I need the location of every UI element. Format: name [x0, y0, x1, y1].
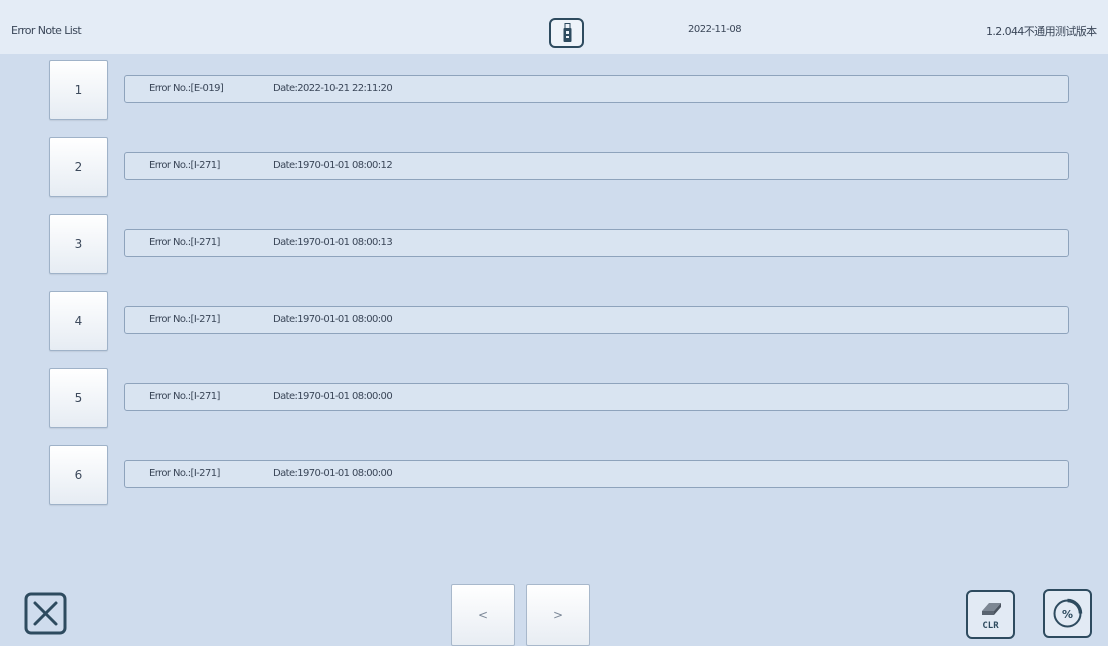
error-row: 1 Error No.:[E-019] Date:2022-10-21 22:1…: [0, 60, 1108, 122]
usb-drive-icon: [563, 23, 572, 42]
error-number: Error No.:[E-019]: [149, 83, 224, 94]
error-date: Date:1970-01-01 08:00:00: [273, 391, 393, 402]
next-page-button[interactable]: >: [526, 584, 590, 646]
error-entry-box[interactable]: Error No.:[I-271] Date:1970-01-01 08:00:…: [124, 229, 1069, 257]
error-date: Date:1970-01-01 08:00:00: [273, 314, 393, 325]
error-date: Date:1970-01-01 08:00:12: [273, 160, 393, 171]
row-index-button[interactable]: 5: [49, 368, 108, 428]
error-number: Error No.:[I-271]: [149, 391, 220, 402]
percent-button[interactable]: %: [1043, 589, 1092, 638]
clear-button[interactable]: CLR: [966, 590, 1015, 639]
current-date: 2022-11-08: [688, 24, 742, 35]
error-entry-box[interactable]: Error No.:[I-271] Date:1970-01-01 08:00:…: [124, 383, 1069, 411]
close-button[interactable]: [24, 592, 67, 635]
percent-gauge-icon: %: [1053, 598, 1083, 628]
percent-text: %: [1062, 608, 1073, 621]
error-number: Error No.:[I-271]: [149, 468, 220, 479]
top-bar: Error Note List 2022-11-08 1.2.044不通用测试版…: [0, 0, 1108, 54]
error-entry-box[interactable]: Error No.:[I-271] Date:1970-01-01 08:00:…: [124, 306, 1069, 334]
row-index-button[interactable]: 2: [49, 137, 108, 197]
usb-button[interactable]: [549, 18, 584, 48]
version-label: 1.2.044不通用测试版本: [986, 25, 1097, 38]
error-entry-box[interactable]: Error No.:[I-271] Date:1970-01-01 08:00:…: [124, 152, 1069, 180]
error-entry-box[interactable]: Error No.:[E-019] Date:2022-10-21 22:11:…: [124, 75, 1069, 103]
error-number: Error No.:[I-271]: [149, 237, 220, 248]
error-date: Date:1970-01-01 08:00:00: [273, 468, 393, 479]
error-row: 6 Error No.:[I-271] Date:1970-01-01 08:0…: [0, 445, 1108, 507]
row-index-button[interactable]: 1: [49, 60, 108, 120]
error-row: 3 Error No.:[I-271] Date:1970-01-01 08:0…: [0, 214, 1108, 276]
error-number: Error No.:[I-271]: [149, 160, 220, 171]
error-date: Date:2022-10-21 22:11:20: [273, 83, 393, 94]
page-title: Error Note List: [11, 24, 82, 37]
row-index-button[interactable]: 4: [49, 291, 108, 351]
prev-page-button[interactable]: <: [451, 584, 515, 646]
eraser-icon: CLR: [982, 603, 1001, 631]
error-row: 5 Error No.:[I-271] Date:1970-01-01 08:0…: [0, 368, 1108, 430]
error-date: Date:1970-01-01 08:00:13: [273, 237, 393, 248]
clr-text: CLR: [982, 621, 999, 631]
row-index-button[interactable]: 3: [49, 214, 108, 274]
row-index-button[interactable]: 6: [49, 445, 108, 505]
error-row: 4 Error No.:[I-271] Date:1970-01-01 08:0…: [0, 291, 1108, 353]
error-row: 2 Error No.:[I-271] Date:1970-01-01 08:0…: [0, 137, 1108, 199]
close-x-icon: [24, 592, 67, 635]
error-entry-box[interactable]: Error No.:[I-271] Date:1970-01-01 08:00:…: [124, 460, 1069, 488]
error-number: Error No.:[I-271]: [149, 314, 220, 325]
